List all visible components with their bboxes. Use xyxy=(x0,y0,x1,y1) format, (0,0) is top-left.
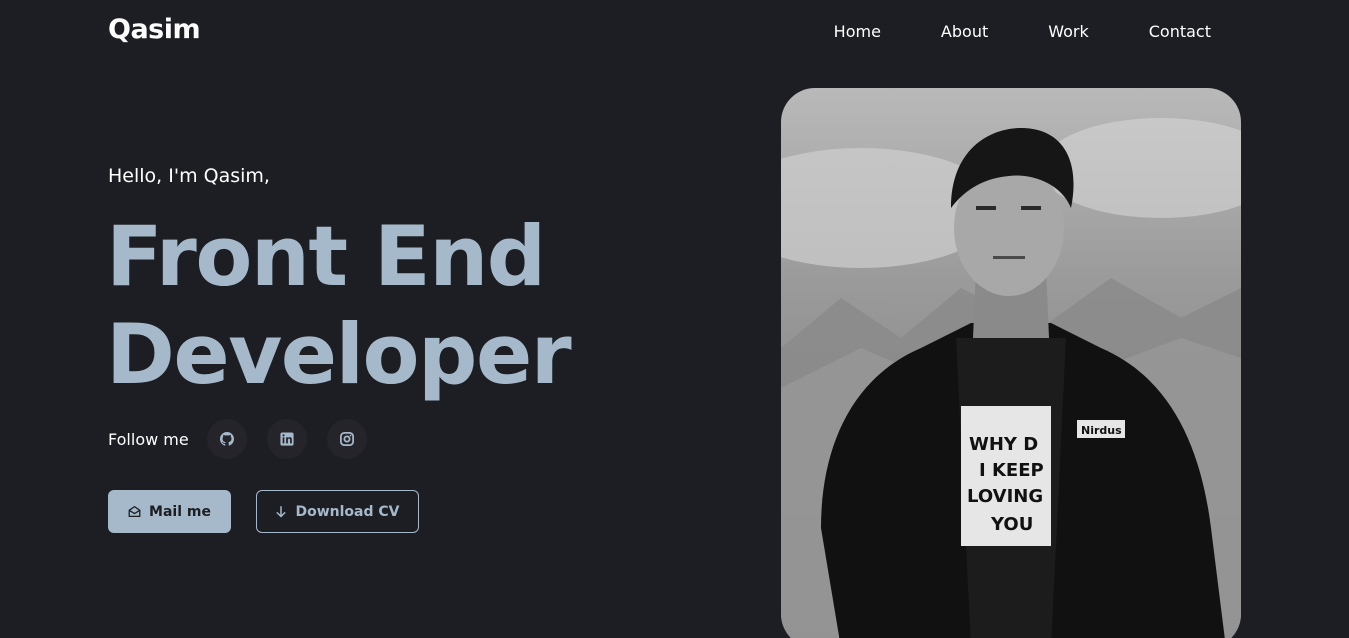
shirt-text-1: WHY D xyxy=(969,434,1038,455)
follow-label: Follow me xyxy=(108,429,189,449)
hero-title-line-1: Front End xyxy=(106,208,546,305)
profile-portrait: WHY D I KEEP LOVING YOU Nirdus xyxy=(781,118,1241,638)
github-icon xyxy=(219,432,234,446)
shirt-text-4: YOU xyxy=(990,514,1033,535)
download-cv-label: Download CV xyxy=(295,503,400,520)
main-nav: Home About Work Contact xyxy=(834,22,1211,41)
follow-section: Follow me xyxy=(108,419,387,459)
linkedin-link[interactable] xyxy=(266,419,307,459)
site-logo[interactable]: Qasim xyxy=(108,14,201,45)
instagram-icon xyxy=(339,432,354,446)
nav-about[interactable]: About xyxy=(941,22,988,41)
nav-contact[interactable]: Contact xyxy=(1149,22,1211,41)
shirt-text-2: I KEEP xyxy=(979,460,1044,481)
hero-title: Front End Developer xyxy=(106,208,572,404)
profile-photo: WHY D I KEEP LOVING YOU Nirdus xyxy=(781,88,1241,638)
linkedin-icon xyxy=(280,432,294,446)
envelope-icon xyxy=(128,505,141,518)
mail-me-button[interactable]: Mail me xyxy=(108,490,231,533)
hero-greeting: Hello, I'm Qasim, xyxy=(108,165,270,187)
shirt-text-3: LOVING xyxy=(967,486,1043,507)
nav-home[interactable]: Home xyxy=(834,22,881,41)
download-cv-button[interactable]: Download CV xyxy=(256,490,419,533)
github-link[interactable] xyxy=(206,419,247,459)
arrow-down-icon xyxy=(276,505,286,517)
hero-title-line-2: Developer xyxy=(106,306,572,403)
nav-work[interactable]: Work xyxy=(1048,22,1089,41)
jacket-badge-text: Nirdus xyxy=(1081,424,1122,437)
instagram-link[interactable] xyxy=(326,419,367,459)
mail-me-label: Mail me xyxy=(149,503,211,520)
